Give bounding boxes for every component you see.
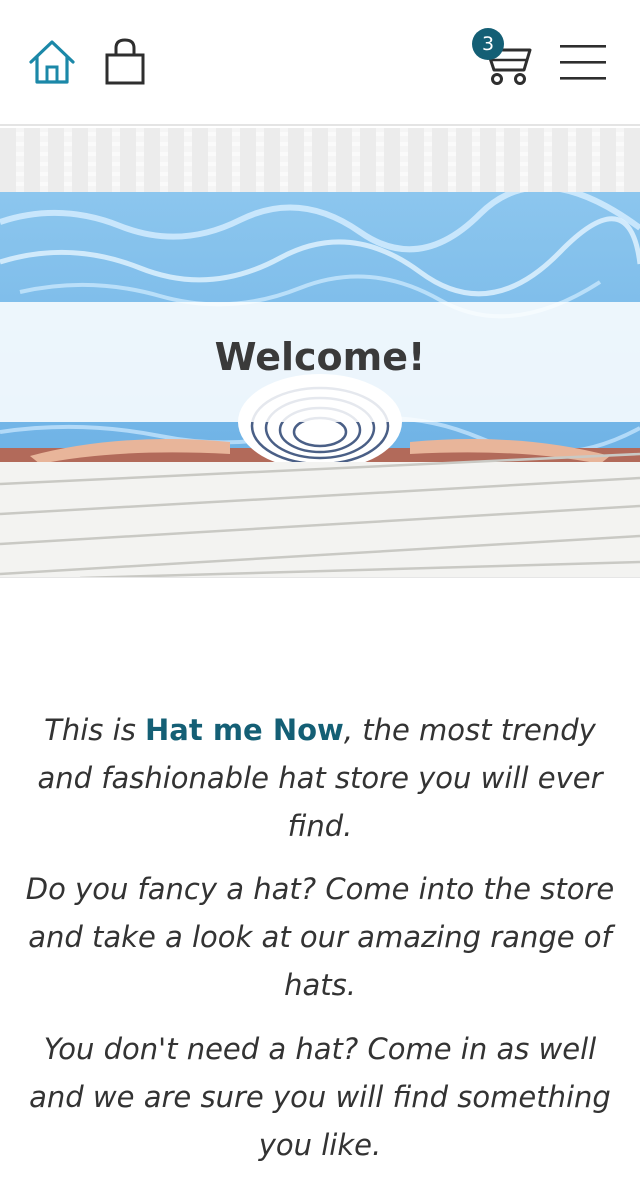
decorative-pattern-strip [0, 128, 640, 192]
intro-paragraph-2: Do you fancy a hat? Come into the store … [25, 872, 615, 1002]
shopping-cart-button[interactable]: 3 [470, 28, 536, 88]
hero-title: Welcome! [214, 335, 426, 379]
brand-name: Hat me Now [145, 713, 344, 747]
hamburger-menu-icon[interactable] [558, 42, 610, 84]
intro-text-before-brand: This is [44, 713, 146, 747]
cart-count-badge: 3 [472, 28, 504, 60]
top-navigation-bar: 3 [0, 0, 640, 126]
intro-paragraph-3: You don't need a hat? Come in as well an… [29, 1032, 611, 1162]
hero-banner: Welcome! [0, 192, 640, 578]
shopping-bag-icon[interactable] [100, 36, 150, 88]
intro-text: This is Hat me Now, the most trendy and … [20, 706, 620, 1185]
intro-paragraph-1: This is Hat me Now, the most trendy and … [20, 706, 620, 850]
home-icon[interactable] [26, 36, 78, 88]
